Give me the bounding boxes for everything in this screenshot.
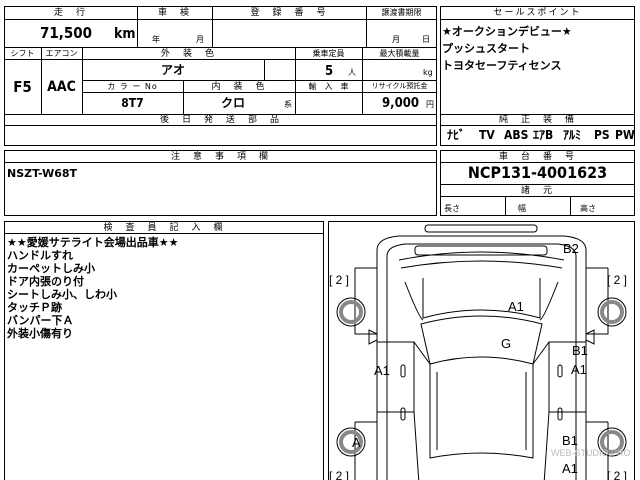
damage-mark-windshield-g: G: [501, 336, 512, 351]
tire-tread-front-right: [ 2 ]: [607, 273, 628, 287]
caution-value: NSZT-W68T: [7, 167, 78, 180]
mileage-label: 走 行: [53, 8, 87, 18]
shaken-month-unit: 月: [196, 35, 204, 44]
damage-mark-left-door-a1: A1: [374, 363, 390, 378]
capacity-label: 乗車定員: [312, 49, 345, 58]
damage-mark-right-b1-rear: B1: [562, 433, 578, 448]
aircon-value: AAC: [47, 79, 76, 95]
damage-mark-right-b1-front: B1: [572, 343, 588, 358]
height-label: 高さ: [580, 204, 596, 213]
color-no-label: カ ラ ー No: [107, 82, 158, 91]
car-diagram-box: B2 A1 G A1 B1 A1 A B1 A1 [ 2 ] [ 2 ] [ 2…: [328, 221, 635, 480]
inspector-notes: ★★愛媛サテライト会場出品車★★ ハンドルすれ カーペットしみ小 ドア内張のり付…: [7, 236, 178, 340]
tire-tread-rear-left: [ 2 ]: [329, 469, 350, 480]
capacity-value: 5: [325, 64, 334, 79]
equipment-airbag: ｴｱB: [533, 128, 554, 142]
shaken-year-unit: 年: [152, 35, 160, 44]
shift-label: シフト: [10, 49, 35, 58]
recycle-unit: 円: [426, 100, 434, 109]
equipment-abs: ABS: [504, 128, 529, 142]
damage-mark-hood-a1: A1: [508, 299, 524, 314]
mileage-value: 71,500: [40, 24, 93, 42]
equipment-tv: TV: [479, 128, 495, 142]
note-line: タッチＰ跡: [7, 301, 62, 314]
note-line: カーペットしみ小: [7, 262, 95, 275]
ext-color-value: アオ: [160, 63, 185, 77]
int-color-value: クロ: [220, 96, 245, 110]
sales-point-label: セールスポイント: [493, 8, 582, 18]
aircon-label: エアコン: [45, 49, 78, 58]
equipment-pw: PW: [615, 128, 635, 142]
transfer-month-unit: 月: [392, 35, 400, 44]
shift-value: F5: [13, 78, 32, 96]
car-outline-diagram: [336, 224, 627, 480]
capacity-unit: 人: [348, 68, 356, 77]
mileage-unit: km: [114, 26, 136, 42]
equipment-alloy: ｱﾙﾐ: [563, 128, 582, 142]
tire-tread-front-left: [ 2 ]: [329, 273, 350, 287]
tire-tread-rear-right: [ 2 ]: [607, 469, 628, 480]
int-color-suffix: 系: [284, 100, 292, 109]
retrofit-label: 後 日 発 送 部 品: [159, 115, 281, 125]
note-line: バンパー下Ａ: [7, 314, 74, 327]
inspector-label: 検 査 員 記 入 欄: [103, 223, 225, 233]
note-line: ハンドルすれ: [7, 249, 73, 262]
width-label: 幅: [518, 204, 526, 213]
ext-color-label: 外 装 色: [160, 49, 216, 59]
note-line: ★★愛媛サテライト会場出品車★★: [7, 236, 179, 249]
damage-mark-b2: B2: [563, 241, 579, 256]
max-load-unit: kg: [423, 68, 433, 77]
note-line: シートしみ小、しわ小: [7, 288, 117, 301]
chassis-value: NCP131-4001623: [467, 163, 608, 182]
damage-mark-rear-a1: A1: [562, 461, 578, 476]
sales-point-2: プッシュスタート: [442, 42, 530, 55]
caution-label: 注 意 事 項 欄: [170, 152, 270, 162]
sales-point-3: トヨタセーフティセンス: [442, 59, 562, 72]
note-line: ドア内張のり付: [7, 275, 84, 288]
equipment-navi: ﾅﾋﾞ: [447, 128, 466, 142]
registration-label: 登 録 番 号: [250, 8, 328, 18]
recycle-label: リサイクル預託金: [371, 82, 428, 90]
transfer-deadline-label: 譲渡書期限: [381, 8, 422, 17]
dims-label: 諸 元: [520, 186, 554, 196]
note-line: 外装小傷有り: [7, 327, 73, 340]
watermark: WEB-STUDIO.PRO: [551, 448, 631, 458]
genuine-equipment-label: 純 正 装 備: [498, 115, 576, 125]
chassis-label: 車 台 番 号: [498, 152, 576, 162]
transfer-day-unit: 日: [422, 35, 430, 44]
equipment-ps: PS: [594, 128, 610, 142]
damage-mark-circled-a: A: [352, 435, 361, 450]
int-color-label: 内 装 色: [211, 82, 267, 92]
shaken-label: 車 検: [157, 8, 191, 18]
color-no-value: 8T7: [121, 96, 144, 110]
recycle-value: 9,000: [382, 96, 419, 111]
damage-mark-right-door-a1: A1: [571, 362, 587, 377]
max-load-label: 最大積載量: [379, 49, 420, 58]
length-label: 長さ: [444, 204, 460, 213]
import-label: 輸 入 車: [308, 82, 349, 91]
sales-point-1: ★オークションデビュー★: [442, 25, 572, 38]
